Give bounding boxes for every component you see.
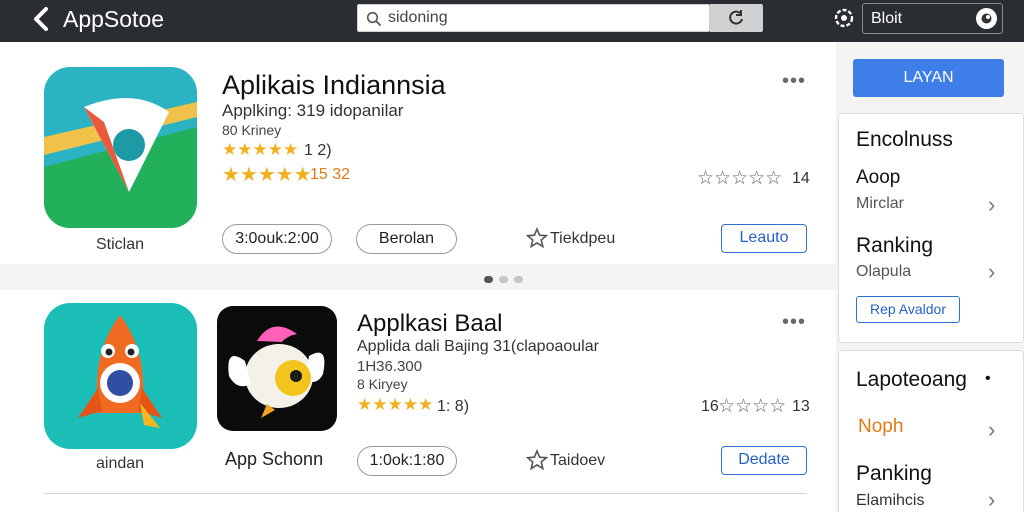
user-toggle-box[interactable]: Bloit [862, 3, 1003, 34]
app-icon-caption: aindan [96, 455, 145, 472]
app-meta-line2: 8 Kiryey [357, 376, 408, 392]
app-meta: 80 Kriney [222, 122, 282, 138]
pager-dot[interactable] [499, 276, 508, 283]
sidebar-item-sub: Elamihcis [856, 492, 925, 509]
rating-count: 1: 8) [437, 398, 470, 415]
back-arrow-icon[interactable] [30, 6, 54, 32]
refresh-icon [729, 10, 743, 25]
bullet-dot-icon: • [985, 370, 991, 387]
sidebar-item-title[interactable]: Panking [856, 462, 932, 486]
price-button[interactable]: 1:0ok:1:80 [357, 446, 457, 476]
update-button[interactable]: Leauto [721, 224, 807, 253]
app-meta-line1: 1H36.300 [357, 358, 423, 375]
sidebar-item-sub: Olapula [856, 263, 912, 280]
top-bar: AppSotoe sidoning Bloit [0, 0, 1024, 42]
settings-icon[interactable] [832, 6, 856, 30]
pager-dot[interactable] [514, 276, 523, 283]
app-icon-map[interactable] [44, 67, 197, 228]
pager-dot-active[interactable] [484, 276, 493, 283]
rating-stars: ★★★★★ [357, 395, 434, 414]
rating-stars-small: ★★★★★ [222, 140, 299, 159]
app-title[interactable]: Applkasi Baal [357, 310, 502, 338]
divider [44, 493, 807, 494]
more-options-icon[interactable]: ••• [782, 311, 806, 334]
search-bar[interactable]: sidoning [357, 4, 710, 32]
sidebar-panel-button[interactable]: Rep Avaldor [856, 296, 960, 323]
user-avatar-toggle[interactable] [976, 8, 997, 29]
user-label: Bloit [871, 10, 903, 27]
sidebar-item-title[interactable]: Noph [858, 416, 903, 438]
chevron-right-icon[interactable]: › [988, 487, 995, 512]
chevron-right-icon[interactable]: › [988, 417, 995, 443]
chevron-right-icon[interactable]: › [988, 259, 995, 285]
app-icon2-caption: App Schonn [225, 449, 324, 469]
secondary-button[interactable]: Berolan [356, 224, 457, 254]
rating-count-small: 1 2) [304, 142, 332, 159]
chevron-right-icon[interactable]: › [988, 192, 995, 218]
review-prefix: 16 [701, 398, 719, 415]
toggle-icon [981, 13, 992, 24]
review-stars: ☆☆☆☆ [718, 396, 787, 417]
sidebar-item-title[interactable]: Ranking [856, 234, 933, 258]
review-count: 14 [792, 170, 810, 187]
panel-heading: Encolnuss [856, 128, 953, 151]
primary-action-button[interactable]: LAYAN [853, 59, 1004, 97]
app-title: AppSotoe [63, 6, 165, 32]
wishlist-star-icon[interactable] [526, 449, 548, 471]
app-icon-bird[interactable] [217, 306, 337, 431]
wishlist-label[interactable]: Taidoev [550, 452, 605, 470]
app-title[interactable]: Aplikais Indiannsia [222, 70, 446, 101]
app-subtitle: Applking: 319 idopanilar [222, 101, 404, 120]
price-button[interactable]: 3:0ouk:2:00 [222, 224, 332, 254]
panel-heading: Lapoteoang [856, 368, 967, 391]
more-options-icon[interactable]: ••• [782, 70, 806, 93]
app-icon-rocket[interactable] [44, 303, 197, 449]
wishlist-label[interactable]: Tiekdpeu [550, 230, 615, 248]
update-button[interactable]: Dedate [721, 446, 807, 475]
rating-stars-large: ★★★★★ [222, 164, 312, 186]
review-count: 13 [792, 398, 810, 415]
review-stars: ☆☆☆☆☆ [697, 168, 783, 189]
search-icon [366, 11, 382, 27]
rating-count-large: 15 32 [310, 166, 351, 183]
sidebar-item-sub: Mirclar [856, 195, 904, 212]
refresh-button[interactable] [710, 4, 763, 32]
app-icon-caption: Sticlan [96, 236, 145, 253]
search-input[interactable]: sidoning [388, 9, 448, 27]
app-subtitle: Applida dali Bajing 31(clapoaoular [357, 338, 599, 355]
sidebar-item-title[interactable]: Aoop [856, 167, 900, 189]
wishlist-star-icon[interactable] [526, 227, 548, 249]
